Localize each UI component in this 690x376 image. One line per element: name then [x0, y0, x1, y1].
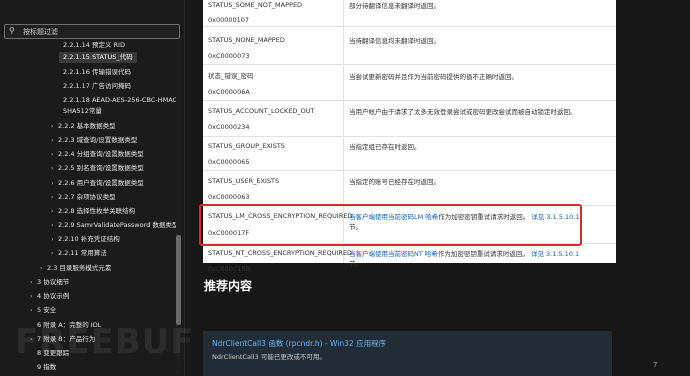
table-row: STATUS_GROUP_EXISTS 0xC0000065 当指定组已存在时返… — [203, 137, 616, 171]
toc-item-protocol-examples[interactable]: › 4 协议示例 — [30, 292, 69, 301]
filter-input[interactable] — [23, 26, 173, 37]
filter-icon: ⚲ — [9, 26, 15, 35]
chevron-right-icon: › — [51, 123, 54, 130]
toc-item-basic-types[interactable]: › 2.2.2 基本数据类型 — [51, 122, 116, 131]
status-hex: 0xC000006A — [208, 88, 250, 96]
recommended-desc: NdrClientCall3 可能已更改或不可用。 — [212, 353, 326, 361]
status-hex: 0xC0000234 — [208, 123, 250, 131]
toc-item-misc-types[interactable]: › 2.2.7 杂项协议类型 — [51, 193, 116, 202]
chevron-right-icon: › — [51, 151, 54, 158]
chevron-right-icon: › — [51, 165, 54, 172]
status-name: STATUS_ACCOUNT_LOCKED_OUT — [208, 107, 315, 115]
table-row: STATUS_USER_EXISTS 0xC0000063 当指定的账号已经存在… — [203, 171, 616, 206]
status-name: STATUS_GROUP_EXISTS — [208, 142, 285, 150]
status-desc: 当指定组已存在时返回。 — [349, 143, 421, 151]
filter-box[interactable]: ⚲ — [4, 24, 180, 39]
toc-item-alias-types[interactable]: › 2.2.5 别名查询/设置数据类型 — [51, 164, 144, 173]
table-row: STATUS_NONE_MAPPED 0xC0000073 当待翻译信息均未翻译… — [203, 27, 616, 65]
toc-item-ad-access-mask[interactable]: 2.2.1.17 广告访问掩码 — [63, 82, 131, 91]
chevron-right-icon: › — [40, 265, 43, 272]
toc-item-aead-constants-cont[interactable]: SHA512常量 — [63, 107, 102, 116]
status-hex: 0xC0000063 — [208, 193, 250, 201]
chevron-right-icon: › — [51, 250, 54, 257]
chevron-right-icon: › — [30, 279, 33, 286]
status-hex: 0xC0000073 — [208, 52, 250, 60]
chevron-right-icon: › — [51, 194, 54, 201]
recommended-link[interactable]: NdrClientCall3 函数 (rpcndr.h) - Win32 应用程… — [212, 338, 386, 349]
toc-item-selective-enum[interactable]: › 2.2.8 选择性枚举关联结构 — [51, 207, 135, 216]
table-row: STATUS_ACCOUNT_LOCKED_OUT 0xC0000234 当用户… — [203, 101, 616, 137]
chevron-right-icon: › — [30, 293, 33, 300]
status-desc: 当尝试更新密码并且作为当前密码提供的值不正确时返回。 — [349, 73, 518, 81]
status-name: STATUS_NONE_MAPPED — [208, 36, 285, 44]
status-desc: 当待翻译信息均未翻译时返回。 — [349, 37, 440, 45]
table-row: STATUS_NT_CROSS_ENCRYPTION_REQUIRED 0xC0… — [203, 244, 616, 273]
main-content: STATUS_SOME_NOT_MAPPED 0x00000107 部分待翻译信… — [186, 0, 690, 376]
status-hex: 0xC0000065 — [208, 158, 250, 166]
status-desc: 部分待翻译信息未翻译时返回。 — [349, 2, 440, 10]
toc-item-status-codes[interactable]: 2.2.1.15 STATUS_代码 — [59, 52, 137, 63]
toc-item-domain-types[interactable]: › 2.2.3 域查询/设置数据类型 — [51, 136, 137, 145]
status-name: STATUS_NT_CROSS_ENCRYPTION_REQUIRED — [208, 249, 353, 257]
nt-hash-link[interactable]: 当客户端使用当前密码NT 哈希 — [349, 250, 438, 258]
status-hex: 0x00000107 — [208, 16, 250, 24]
toc-item-common-algorithms[interactable]: › 2.2.11 常用算法 — [51, 249, 107, 258]
corner-logo: 7 — [653, 361, 658, 369]
toc-item-protocol-details[interactable]: › 3 协议细节 — [30, 278, 69, 287]
toc-item-transport-errors[interactable]: 2.2.1.16 传输错误代码 — [63, 68, 131, 77]
toc-item-validate-password[interactable]: › 2.2.9 SamrValidatePassword 数据类型 — [51, 221, 178, 230]
status-desc: 当客户端使用当前密码NT 哈希作为加密密钥重试请求时返回。 详见 3.1.5.1… — [349, 250, 580, 268]
toc-item-aead-constants[interactable]: 2.2.1.18 AEAD-AES-256-CBC-HMAC- — [63, 96, 179, 105]
status-desc: 当用户帐户由于请求了太多无效登录尝试或密码更改尝试而被自动锁定时返回。 — [349, 108, 577, 116]
chevron-right-icon: › — [30, 307, 33, 314]
recommended-title: 推荐内容 — [204, 279, 253, 293]
section-ref-link[interactable]: 详见 3.1.5.10.1 — [531, 250, 579, 258]
chevron-right-icon: › — [51, 137, 54, 144]
toc-item-ds-schema[interactable]: › 2.3 目录服务模式元素 — [40, 264, 111, 273]
toc-item-group-types[interactable]: › 2.2.4 分组查询/设置数据类型 — [51, 150, 144, 159]
toc-item-user-types[interactable]: › 2.2.6 用户查询/设置数据类型 — [51, 179, 144, 188]
chevron-right-icon: › — [51, 208, 54, 215]
recommended-card[interactable]: NdrClientCall3 函数 (rpcndr.h) - Win32 应用程… — [203, 331, 612, 376]
status-name: STATUS_SOME_NOT_MAPPED — [208, 1, 303, 9]
toc-item-security[interactable]: › 5 安全 — [30, 306, 56, 315]
chevron-right-icon: › — [51, 180, 54, 187]
status-name: STATUS_USER_EXISTS — [208, 177, 280, 185]
status-desc: 当指定的账号已经存在时返回。 — [349, 178, 440, 186]
chevron-right-icon: › — [51, 236, 54, 243]
sidebar-scroll-thumb[interactable] — [176, 235, 181, 325]
toc-item-index[interactable]: 9 指数 — [37, 363, 56, 372]
chevron-right-icon: › — [51, 222, 54, 229]
toc-item-supplemental-creds[interactable]: › 2.2.10 补充凭证结构 — [51, 235, 120, 244]
table-row: 状态_错误_密码 0xC000006A 当尝试更新密码并且作为当前密码提供的值不… — [203, 65, 616, 101]
status-name: 状态_错误_密码 — [208, 72, 254, 80]
toc-item-predefined-rid[interactable]: 2.2.1.14 预定义 RID — [63, 41, 125, 50]
watermark-logo: FREEBUF — [15, 322, 195, 362]
table-row: STATUS_SOME_NOT_MAPPED 0x00000107 部分待翻译信… — [203, 0, 616, 27]
toc-sidebar: ⚲ 2.2.1.14 预定义 RID 2.2.1.15 STATUS_代码 2.… — [0, 0, 185, 376]
highlight-box — [199, 204, 582, 246]
status-hex: 0xC000015D — [208, 265, 251, 273]
